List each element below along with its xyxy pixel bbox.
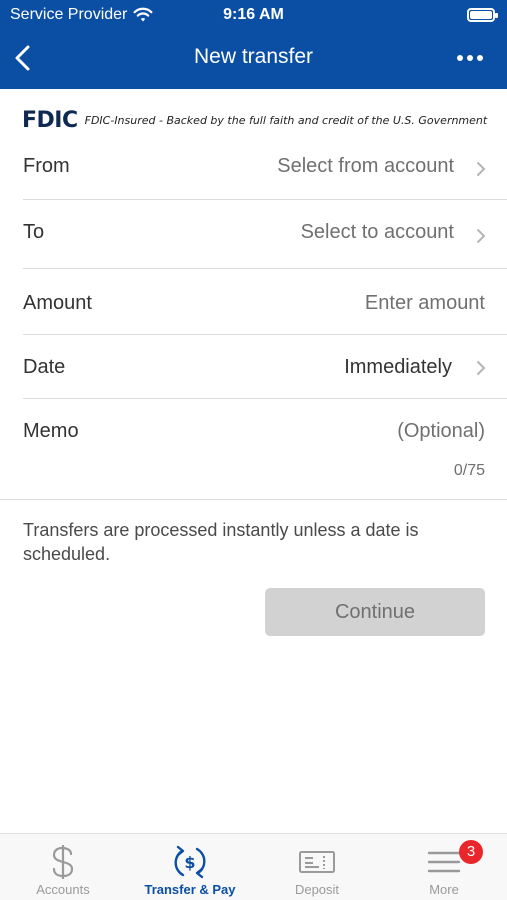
from-account-value: Select from account [277,155,454,177]
transfer-pay-icon: $ [174,845,206,879]
memo-label: Memo [23,420,79,442]
tab-label: Deposit [294,882,340,897]
navigation-bar: New transfer [0,32,507,89]
battery-icon [467,8,498,22]
page-title: New transfer [193,45,314,68]
fdic-disclaimer: FDIC-Insured - Backed by the full faith … [84,113,488,127]
status-bar: Service Provider 9:16 AM [0,0,507,32]
amount-input[interactable]: Enter amount [365,292,485,315]
divider [0,499,507,500]
tab-label: More [429,882,459,897]
tab-label: Accounts [36,882,90,897]
notification-badge: 3 [459,840,483,864]
app-header: Service Provider 9:16 AM New transfer [0,0,507,89]
date-value: Immediately [344,356,452,378]
date-row[interactable]: Date Immediately [0,335,507,398]
menu-icon [427,851,461,873]
continue-button[interactable]: Continue [265,588,485,636]
tab-accounts[interactable]: Accounts [0,834,126,900]
tab-deposit[interactable]: Deposit [254,834,380,900]
chevron-right-icon [477,361,486,375]
date-label: Date [23,356,66,378]
to-account-value: Select to account [300,221,454,243]
transfer-info-note: Transfers are processed instantly unless… [23,520,419,564]
fdic-logo: FDIC [22,107,78,133]
more-options-icon[interactable] [455,46,485,70]
to-account-row[interactable]: To Select to account [0,200,507,268]
chevron-right-icon [477,162,486,176]
status-time: 9:16 AM [223,6,284,23]
dollar-icon [52,845,74,879]
fdic-banner: FDIC FDIC-Insured - Backed by the full f… [22,107,487,133]
tab-more[interactable]: 3 More [381,834,507,900]
tab-transfer-pay[interactable]: $ Transfer & Pay [127,834,253,900]
chevron-right-icon [477,229,486,243]
from-label: From [23,155,70,177]
check-deposit-icon [299,851,335,873]
memo-character-counter: 0/75 [453,462,485,479]
memo-input[interactable]: (Optional) [397,420,485,443]
to-label: To [23,221,45,243]
from-account-row[interactable]: From Select from account [0,141,507,199]
tab-label: Transfer & Pay [144,882,236,897]
amount-row[interactable]: Amount Enter amount [0,269,507,334]
amount-label: Amount [23,292,92,314]
svg-text:$: $ [184,853,195,872]
memo-row[interactable]: Memo (Optional) 0/75 [0,399,507,499]
tab-bar: Accounts $ Transfer & Pay Deposit 3 More [0,833,507,900]
